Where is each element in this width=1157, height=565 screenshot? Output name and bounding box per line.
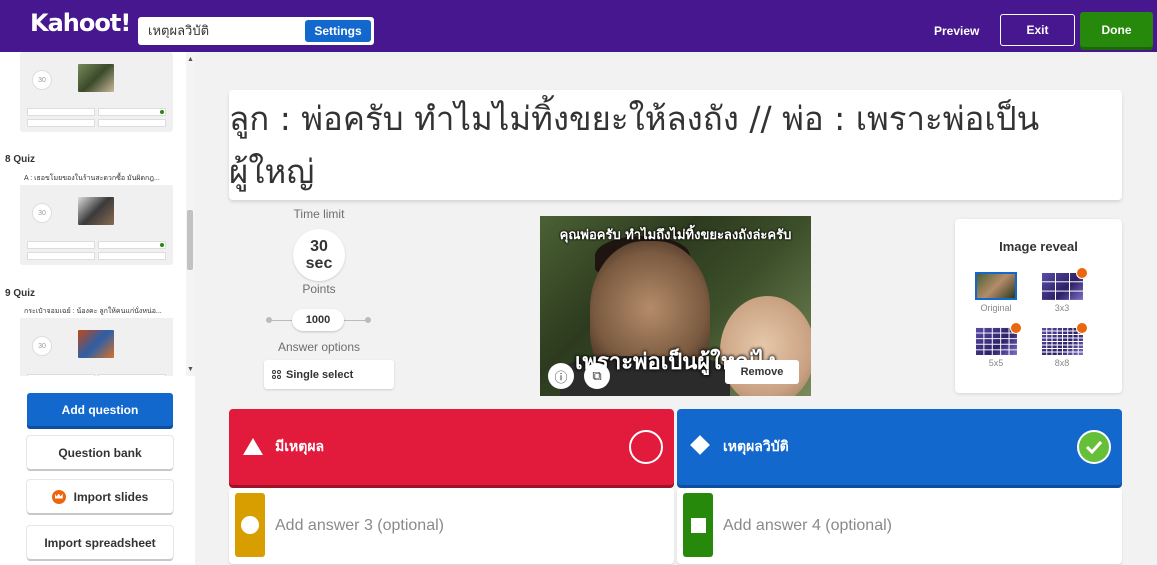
slide-image	[78, 64, 114, 92]
time-limit-unit: sec	[305, 255, 333, 272]
slide-time-badge: 30	[32, 203, 52, 223]
answer-2[interactable]: เหตุผลวิบัติ	[677, 409, 1122, 485]
answer-2-text[interactable]: เหตุผลวิบัติ	[723, 436, 789, 458]
question-field[interactable]: ลูก : พ่อครับ ทำไมไม่ทิ้งขยะให้ลงถัง // …	[229, 90, 1122, 200]
slide-image	[78, 330, 114, 358]
diamond-icon	[690, 435, 710, 455]
image-reveal-panel: Image reveal Original 3x3 5x5 8x8	[955, 219, 1122, 393]
import-slides-label: Import slides	[73, 489, 149, 504]
question-image[interactable]: คุณพ่อครับ ทำไมถึงไม่ทิ้งขยะลงถังล่ะครับ…	[540, 216, 811, 396]
kahoot-title-field[interactable]: Settings	[138, 17, 374, 45]
correct-indicator	[160, 110, 164, 114]
correct-indicator	[160, 243, 164, 247]
kahoot-logo[interactable]: Kahoot!	[30, 9, 131, 37]
mark-correct-toggle[interactable]	[629, 430, 663, 464]
image-caption-top: คุณพ่อครับ ทำไมถึงไม่ทิ้งขยะลงถังล่ะครับ	[559, 228, 792, 243]
slide-question-text: A : เธอขโมยของในร้านสะดวกซื้อ มันผิดกฎ..…	[20, 169, 173, 185]
reveal-thumbnail	[1041, 267, 1088, 300]
answer-3-input[interactable]: Add answer 3 (optional)	[275, 517, 444, 535]
reveal-thumbnail	[975, 322, 1022, 355]
reveal-option-3x3[interactable]: 3x3	[1039, 267, 1088, 313]
answer-options-value: Single select	[286, 368, 354, 381]
done-button[interactable]: Done	[1080, 12, 1153, 47]
scroll-down-arrow-icon[interactable]: ▼	[187, 366, 194, 373]
reveal-option-8x8[interactable]: 8x8	[1039, 322, 1088, 368]
circle-icon	[241, 516, 259, 534]
reveal-thumbnail	[1041, 322, 1088, 355]
remove-image-button[interactable]: Remove	[725, 360, 799, 384]
slide-thumbnail-9[interactable]: กระเป๋าจอมเฉย์ : น้องคะ ลูกให้คนแก่นั่งห…	[20, 302, 173, 376]
answer-4[interactable]: Add answer 4 (optional)	[677, 488, 1122, 564]
settings-button[interactable]: Settings	[305, 20, 371, 42]
premium-crown-icon	[1076, 322, 1088, 334]
answer-4-shape	[683, 493, 713, 557]
title-input[interactable]	[148, 23, 298, 38]
image-reveal-title: Image reveal	[999, 239, 1078, 254]
top-bar: Kahoot! Settings Preview Exit Done	[0, 0, 1157, 52]
scroll-thumb[interactable]	[187, 210, 193, 270]
answer-4-input[interactable]: Add answer 4 (optional)	[723, 517, 892, 535]
answer-options-label: Answer options	[277, 340, 361, 354]
premium-crown-icon	[1076, 267, 1088, 279]
slide-thumbnail-7[interactable]: 30	[20, 52, 173, 132]
slide-question-text: กระเป๋าจอมเฉย์ : น้องคะ ลูกให้คนแก่นั่งห…	[20, 302, 173, 318]
answer-1-text[interactable]: มีเหตุผล	[275, 436, 324, 458]
answer-1[interactable]: มีเหตุผล	[229, 409, 674, 485]
import-spreadsheet-button[interactable]: Import spreadsheet	[27, 526, 173, 559]
info-icon[interactable]: ⓘ	[548, 363, 574, 389]
scroll-up-arrow-icon[interactable]: ▲	[187, 56, 194, 63]
reveal-option-5x5[interactable]: 5x5	[973, 322, 1022, 368]
answer-options-selector[interactable]: Single select	[264, 360, 394, 389]
slide-thumbnail-8[interactable]: A : เธอขโมยของในร้านสะดวกซื้อ มันผิดกฎ..…	[20, 169, 173, 265]
slide-label-9: 9 Quiz	[5, 288, 36, 299]
exit-button[interactable]: Exit	[1000, 14, 1075, 46]
single-select-icon	[272, 370, 281, 379]
slide-label-8: 8 Quiz	[5, 154, 36, 165]
points-label: Points	[302, 282, 336, 296]
correct-check-icon[interactable]	[1077, 430, 1111, 464]
crown-icon	[51, 489, 66, 504]
crop-icon[interactable]: ⧉	[584, 363, 610, 389]
reveal-thumbnail	[975, 272, 1017, 300]
question-bank-button[interactable]: Question bank	[27, 436, 173, 469]
answer-3-shape	[235, 493, 265, 557]
answer-3[interactable]: Add answer 3 (optional)	[229, 488, 674, 564]
time-limit-label: Time limit	[293, 207, 345, 221]
add-question-button[interactable]: Add question	[27, 393, 173, 426]
import-slides-button[interactable]: Import slides	[27, 480, 173, 513]
points-selector[interactable]: 1000	[292, 309, 344, 331]
slide-image	[78, 197, 114, 225]
slide-time-badge: 30	[32, 336, 52, 356]
slide-time-badge: 30	[32, 70, 52, 90]
question-text[interactable]: ลูก : พ่อครับ ทำไมไม่ทิ้งขยะให้ลงถัง // …	[229, 92, 1122, 198]
reveal-option-original[interactable]: Original	[973, 272, 1019, 313]
premium-crown-icon	[1010, 322, 1022, 334]
time-limit-selector[interactable]: 30 sec	[293, 229, 345, 281]
sidebar-scrollbar[interactable]: ▲ ▼	[186, 52, 195, 376]
sidebar: 30 8 Quiz A : เธอขโมยของในร้านสะดวกซื้อ …	[0, 52, 195, 565]
time-limit-value: 30	[310, 238, 328, 255]
preview-button[interactable]: Preview	[934, 24, 979, 38]
square-icon	[690, 517, 706, 533]
triangle-icon	[243, 438, 263, 455]
slide-list[interactable]: 30 8 Quiz A : เธอขโมยของในร้านสะดวกซื้อ …	[0, 52, 186, 376]
